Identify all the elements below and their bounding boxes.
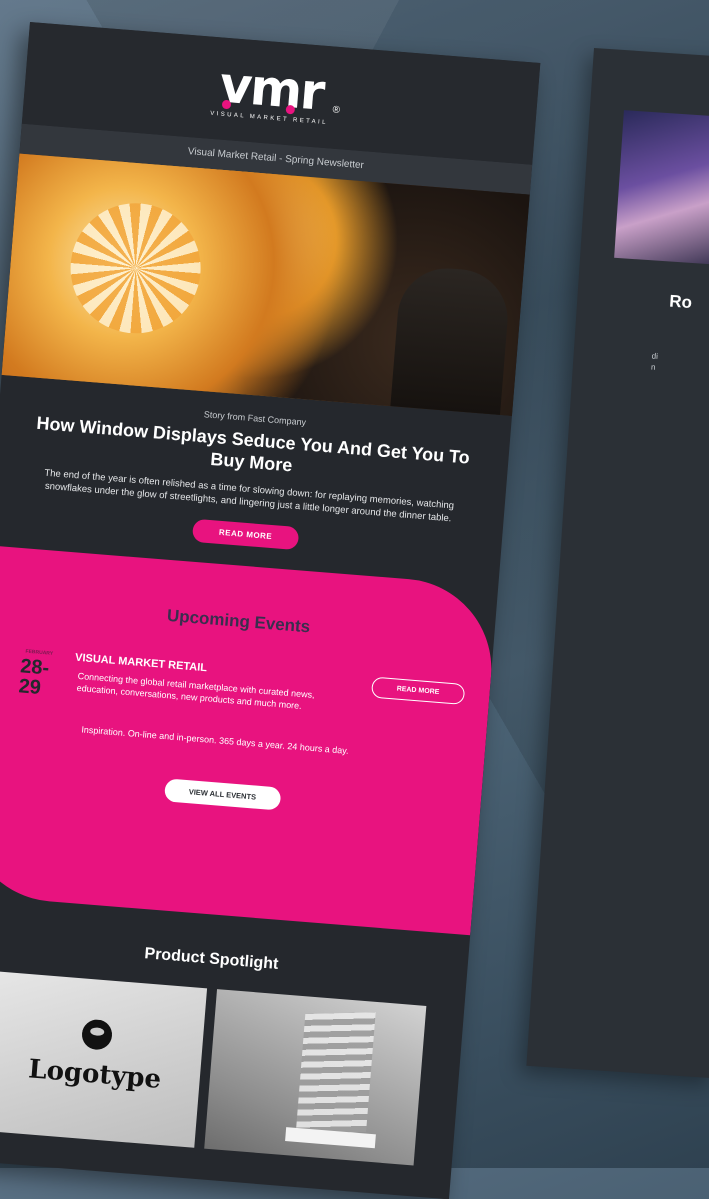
child-silhouette xyxy=(389,264,512,416)
event-read-more-button[interactable]: READ MORE xyxy=(370,676,466,705)
newsletter-preview: vmr ® VISUAL MARKET RETAIL Visual Market… xyxy=(0,22,541,1199)
vmr-logo[interactable]: vmr ® VISUAL MARKET RETAIL xyxy=(198,55,343,139)
event-description: Connecting the global retail marketplace… xyxy=(76,670,315,711)
hero-image[interactable] xyxy=(1,153,530,416)
event-description-secondary: Inspiration. On-line and in-person. 365 … xyxy=(81,724,349,756)
stand-shelves xyxy=(295,1012,376,1134)
event-date: 28-29 xyxy=(17,655,50,699)
story-read-more-button[interactable]: READ MORE xyxy=(192,518,300,551)
logotype-text: Logotype xyxy=(27,1054,163,1095)
events-section: Upcoming Events FEBRUARY 28-29 VISUAL MA… xyxy=(0,545,499,936)
registered-mark: ® xyxy=(332,104,341,117)
logo-mark: vmr xyxy=(217,55,326,122)
logotype-symbol-icon xyxy=(80,1018,114,1051)
events-panel: Upcoming Events FEBRUARY 28-29 VISUAL MA… xyxy=(0,545,499,936)
product-grid: Logotype xyxy=(0,971,464,1168)
display-flower xyxy=(65,198,206,339)
view-all-events-button[interactable]: VIEW ALL EVENTS xyxy=(163,778,281,811)
events-title: Upcoming Events xyxy=(166,605,311,637)
product-card-logotype[interactable]: Logotype xyxy=(0,971,208,1148)
performer-image xyxy=(614,110,709,268)
product-card-display-stand[interactable] xyxy=(204,989,427,1166)
secondary-title: Ro xyxy=(668,291,693,313)
secondary-body: di n xyxy=(650,351,659,372)
